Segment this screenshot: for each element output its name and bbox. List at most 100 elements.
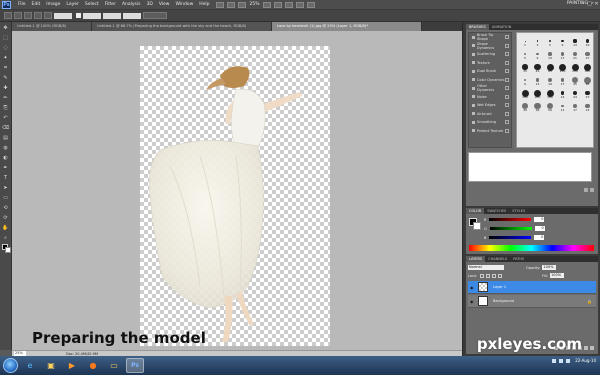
close-button[interactable]: ✕: [593, 1, 600, 8]
lock-pixels-icon[interactable]: [486, 273, 491, 278]
tab-styles[interactable]: STYLES: [509, 208, 528, 214]
tab-swatches[interactable]: SWATCHES: [484, 208, 509, 214]
brush-preset[interactable]: 45: [570, 75, 580, 86]
tab-channels[interactable]: CHANNELS: [485, 256, 510, 262]
background-color-swatch[interactable]: [5, 247, 11, 253]
brush-preset[interactable]: 9: [558, 36, 568, 47]
lock-icon[interactable]: [505, 111, 509, 116]
pen-tool-icon[interactable]: ✒: [2, 164, 10, 172]
subtract-selection-icon[interactable]: [34, 12, 42, 19]
brush-preset[interactable]: 100: [520, 88, 530, 99]
checkbox[interactable]: [472, 69, 475, 73]
zoom-tool-icon[interactable]: [273, 1, 282, 8]
brush-preset[interactable]: 13: [545, 49, 555, 60]
slider-b-track[interactable]: [489, 236, 532, 239]
brush-preset[interactable]: 9: [533, 49, 543, 60]
brush-preset[interactable]: 17: [558, 49, 568, 60]
start-button[interactable]: [3, 358, 18, 373]
mini-bridge-icon[interactable]: [226, 1, 235, 8]
menu-help[interactable]: Help: [196, 0, 212, 10]
intersect-selection-icon[interactable]: [44, 12, 52, 19]
brush-preset[interactable]: 17: [558, 75, 568, 86]
feather-field[interactable]: [54, 12, 72, 19]
crop-tool-icon[interactable]: ⌗: [2, 64, 10, 72]
lock-icon[interactable]: [505, 103, 509, 108]
folder-icon[interactable]: ▭: [105, 358, 123, 373]
brush-preset[interactable]: 19: [545, 75, 555, 86]
lock-position-icon[interactable]: [492, 273, 497, 278]
tab-animation[interactable]: ANIMATION: [489, 24, 515, 30]
anti-alias-checkbox[interactable]: [76, 13, 81, 18]
menu-view[interactable]: View: [156, 0, 173, 10]
brush-preset[interactable]: 11: [558, 101, 568, 112]
layer-name[interactable]: Layer 1: [493, 285, 506, 289]
layer-name[interactable]: Background: [493, 299, 514, 303]
brush-option-smoothing[interactable]: Smoothing: [469, 118, 511, 127]
checkbox[interactable]: [472, 78, 475, 82]
menu-layer[interactable]: Layer: [63, 0, 82, 10]
eye-icon[interactable]: ◉: [470, 299, 475, 304]
volume-icon[interactable]: [559, 358, 564, 363]
brush-option-protect-texture[interactable]: Protect Texture: [469, 127, 511, 136]
quick-select-tool-icon[interactable]: ✦: [2, 54, 10, 62]
menu-select[interactable]: Select: [82, 0, 102, 10]
clone-tool-icon[interactable]: ⎘: [2, 104, 10, 112]
tab-brushes[interactable]: BRUSHES: [466, 24, 489, 30]
move-tool-icon[interactable]: ✥: [2, 24, 10, 32]
style-select[interactable]: [83, 12, 101, 19]
brush-preset[interactable]: 24: [570, 88, 580, 99]
slider-g-value[interactable]: 0: [534, 226, 545, 231]
trash-icon[interactable]: [590, 346, 594, 350]
slider-g-track[interactable]: [489, 227, 532, 230]
marquee-tool-icon[interactable]: ⬚: [2, 34, 10, 42]
document-window[interactable]: Preparing the model: [12, 31, 462, 350]
blend-mode-select[interactable]: Normal: [468, 265, 504, 270]
menu-file[interactable]: File: [15, 0, 29, 10]
checkbox[interactable]: [472, 44, 475, 48]
fill-field[interactable]: 100%: [550, 273, 565, 278]
clock[interactable]: 22-Aug-10: [575, 358, 596, 363]
brush-preset[interactable]: 200: [533, 88, 543, 99]
brush-presets-grid[interactable]: 1 3 5 9 13 19 5 9 13 17 21 27 35 45 65 100 200 300 9 13 19 17…: [516, 32, 594, 148]
lock-all-icon[interactable]: [498, 273, 503, 278]
3d-rotate-tool-icon[interactable]: ⟲: [2, 204, 10, 212]
maximize-button[interactable]: □: [586, 1, 593, 8]
layer-row-background[interactable]: ◉ Background 🔒: [468, 295, 596, 308]
eyedropper-tool-icon[interactable]: ✎: [2, 74, 10, 82]
new-selection-icon[interactable]: [14, 12, 22, 19]
brush-preset[interactable]: 3: [533, 36, 543, 47]
brush-preset[interactable]: 46: [533, 101, 543, 112]
menu-3d[interactable]: 3D: [143, 0, 155, 10]
tool-preset-icon[interactable]: [4, 12, 12, 19]
slider-r[interactable]: R 0: [484, 217, 545, 222]
new-brush-icon[interactable]: [590, 188, 594, 192]
brush-option-scattering[interactable]: Scattering: [469, 50, 511, 59]
healing-tool-icon[interactable]: ✚: [2, 84, 10, 92]
image-canvas[interactable]: [140, 46, 330, 346]
tab-lace-active[interactable]: Lace by bemlovik (1).jpg @ 25% (Layer 1,…: [272, 22, 422, 31]
brush-preset[interactable]: 17: [570, 101, 580, 112]
dodge-tool-icon[interactable]: ◐: [2, 154, 10, 162]
photoshop-logo-icon[interactable]: Ps: [2, 0, 11, 9]
brush-preset[interactable]: 65: [545, 62, 555, 73]
slider-b-value[interactable]: 0: [534, 235, 545, 240]
checkbox[interactable]: [472, 103, 475, 107]
hand-tool-icon[interactable]: ✋: [2, 224, 10, 232]
menu-filter[interactable]: Filter: [102, 0, 119, 10]
height-field[interactable]: [123, 12, 141, 19]
checkbox[interactable]: [472, 86, 475, 90]
path-select-tool-icon[interactable]: ➤: [2, 184, 10, 192]
tab-untitled-100[interactable]: Untitled-1 @ 100% (RGB/8): [12, 22, 92, 31]
slider-r-track[interactable]: [489, 218, 532, 221]
brush-preset[interactable]: 27: [583, 49, 593, 60]
new-layer-icon[interactable]: [584, 346, 588, 350]
shape-tool-icon[interactable]: ▭: [2, 194, 10, 202]
lock-icon[interactable]: [505, 52, 509, 57]
color-spectrum-ramp[interactable]: [469, 245, 594, 251]
brush-preset[interactable]: 200: [570, 62, 580, 73]
lock-icon[interactable]: [505, 43, 509, 48]
brush-preset[interactable]: 65: [583, 75, 593, 86]
brush-option-dual-brush[interactable]: Dual Brush: [469, 67, 511, 76]
lock-icon[interactable]: [505, 128, 509, 133]
lock-icon[interactable]: [505, 86, 509, 91]
